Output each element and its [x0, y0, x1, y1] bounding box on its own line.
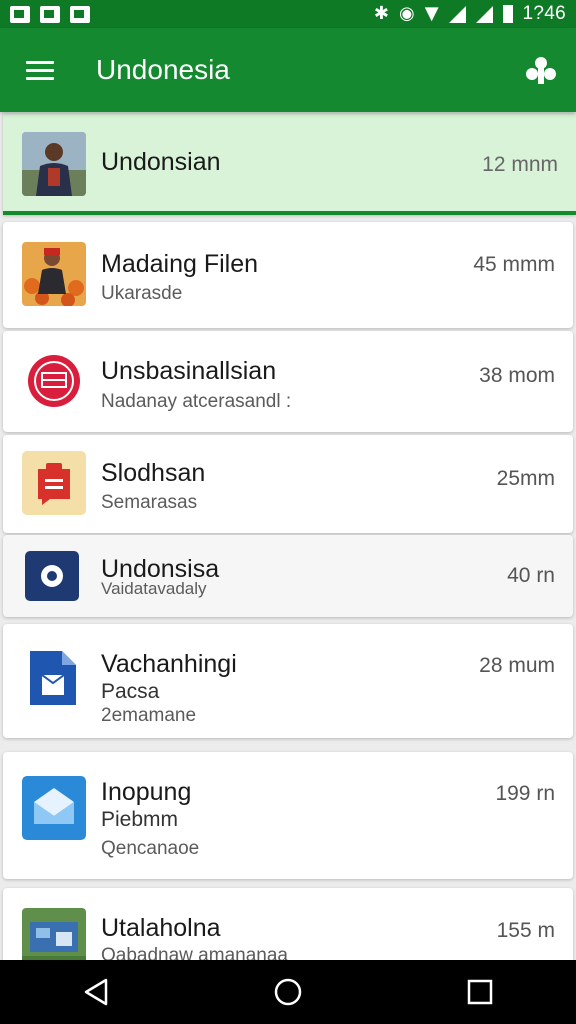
envelope-icon: [22, 776, 86, 840]
status-time: 1?46: [522, 3, 566, 24]
list-item-subtitle-2: Qencanaoe: [101, 838, 200, 859]
list-item-subtitle: Nadanay atcerasandl :: [101, 391, 292, 412]
seal-logo: [22, 349, 86, 413]
list-item-time: 38 mom: [479, 364, 555, 387]
list-item[interactable]: Vachanhingi Pacsa 2emamane 28 mum: [3, 624, 573, 738]
signal-icon: [448, 5, 466, 23]
list-item-time: 199 rn: [495, 782, 555, 805]
list-item[interactable]: Utalaholna Oabadnaw amananaa 155 m: [3, 888, 573, 960]
navigation-bar: [0, 960, 576, 1024]
list-item-subtitle: Semarasas: [101, 492, 198, 513]
share-icon[interactable]: [524, 54, 558, 88]
menu-icon[interactable]: [26, 58, 58, 82]
recents-icon[interactable]: [456, 968, 504, 1016]
list-item-title: Vachanhingi: [101, 650, 237, 678]
list-item-subtitle: Oabadnaw amananaa: [101, 945, 288, 960]
message-list: Undonsian 12 mnm Madaing Filen Ukarasde …: [0, 112, 576, 960]
list-item-time: 155 m: [496, 919, 555, 942]
document-icon: [26, 649, 80, 707]
list-item-title: Madaing Filen: [101, 250, 259, 278]
list-item-subtitle-2: 2emamane: [101, 705, 197, 726]
list-item-time: 28 mum: [479, 654, 555, 677]
list-item-subtitle: Piebmm: [101, 808, 179, 831]
list-item-title: Slodhsan: [101, 459, 206, 487]
map-photo: [22, 908, 86, 960]
back-icon[interactable]: [72, 968, 120, 1016]
bluetooth-icon: ✱: [373, 3, 389, 24]
list-item-subtitle: Ukarasde: [101, 283, 183, 304]
person-photo: [22, 132, 86, 196]
list-item-time: 45 mmm: [473, 253, 555, 276]
alarm-icon: ◉: [398, 3, 415, 24]
list-item[interactable]: Slodhsan Semarasas 25mm: [3, 435, 573, 533]
list-item[interactable]: Madaing Filen Ukarasde 45 mmm: [3, 222, 573, 328]
list-item-subtitle: Pacsa: [101, 680, 160, 703]
list-item-time: 12 mnm: [482, 153, 558, 176]
list-item[interactable]: Inopung Piebmm Qencanaoe 199 rn: [3, 752, 573, 879]
camera-icon: [25, 551, 79, 601]
status-bar: ✱ ◉ ▼ 1?46: [0, 0, 576, 28]
list-item-time: 25mm: [496, 467, 555, 490]
notification-icon: [70, 5, 90, 23]
battery-icon: [502, 5, 513, 23]
list-item-title: Inopung: [101, 778, 192, 806]
person-photo: [22, 242, 86, 306]
signal-icon: [475, 5, 493, 23]
wifi-icon: ▼: [424, 3, 439, 24]
app-bar: Undonesia: [0, 28, 576, 112]
list-item-subtitle: Vaidatavadaly: [101, 579, 207, 598]
home-icon[interactable]: [264, 968, 312, 1016]
app-title: Undonesia: [96, 54, 230, 85]
notification-icon: [10, 5, 30, 23]
list-item[interactable]: Undonsisa Vaidatavadaly 40 rn: [3, 535, 573, 617]
list-item-title: Undonsian: [101, 148, 221, 176]
list-item-time: 40 rn: [507, 564, 555, 587]
list-item[interactable]: Undonsian 12 mnm: [3, 114, 576, 215]
list-item-title: Unsbasinallsian: [101, 357, 277, 385]
list-item[interactable]: Unsbasinallsian Nadanay atcerasandl : 38…: [3, 331, 573, 432]
notification-icon: [40, 5, 60, 23]
clipboard-icon: [22, 451, 86, 515]
list-item-title: Utalaholna: [101, 914, 221, 942]
